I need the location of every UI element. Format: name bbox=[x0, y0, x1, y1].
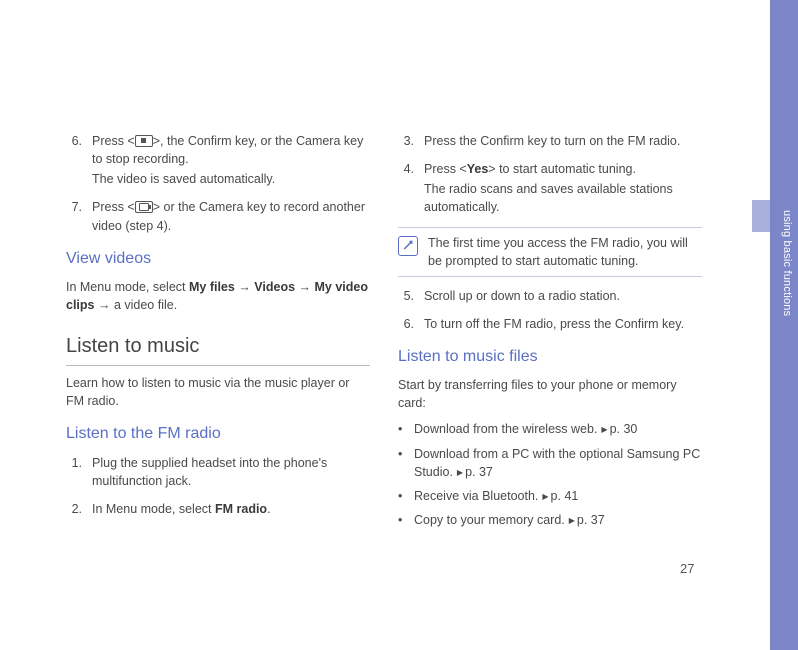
step-text: Press <>, the Confirm key, or the Camera… bbox=[92, 132, 370, 168]
listen-music-head: Listen to music bbox=[66, 332, 370, 366]
step-number: 4. bbox=[398, 160, 414, 216]
right-column: 3. Press the Confirm key to turn on the … bbox=[398, 132, 702, 535]
bullet-icon: • bbox=[398, 445, 406, 481]
step-number: 1. bbox=[66, 454, 82, 490]
step-text: Press <Yes> to start automatic tuning. bbox=[424, 160, 702, 178]
step-fm-1: 1. Plug the supplied headset into the ph… bbox=[66, 454, 370, 490]
page-ref: p. 37 bbox=[453, 465, 493, 479]
step-number: 7. bbox=[66, 198, 82, 234]
view-videos-text: In Menu mode, select My files → Videos →… bbox=[66, 278, 370, 314]
step-text: Press <> or the Camera key to record ano… bbox=[92, 198, 370, 234]
section-label: using basic functions bbox=[774, 210, 794, 410]
step-number: 5. bbox=[398, 287, 414, 305]
bullet-text: Copy to your memory card.p. 37 bbox=[414, 511, 702, 529]
step-6: 6. Press <>, the Confirm key, or the Cam… bbox=[66, 132, 370, 188]
step-fm-5: 5. Scroll up or down to a radio station. bbox=[398, 287, 702, 305]
bullet-icon: • bbox=[398, 511, 406, 529]
note-text: The first time you access the FM radio, … bbox=[428, 234, 702, 270]
step-fm-6: 6. To turn off the FM radio, press the C… bbox=[398, 315, 702, 333]
music-files-intro: Start by transferring files to your phon… bbox=[398, 376, 702, 412]
step-subtext: The radio scans and saves available stat… bbox=[424, 180, 702, 216]
bullet-item: • Download from a PC with the optional S… bbox=[398, 445, 702, 481]
bullet-text: Download from a PC with the optional Sam… bbox=[414, 445, 702, 481]
note-icon bbox=[398, 236, 418, 256]
page-ref: p. 41 bbox=[538, 489, 578, 503]
step-fm-4: 4. Press <Yes> to start automatic tuning… bbox=[398, 160, 702, 216]
step-number: 2. bbox=[66, 500, 82, 518]
step-number: 6. bbox=[66, 132, 82, 188]
step-text: To turn off the FM radio, press the Conf… bbox=[424, 315, 702, 333]
music-files-head: Listen to music files bbox=[398, 345, 702, 368]
left-column: 6. Press <>, the Confirm key, or the Cam… bbox=[66, 132, 370, 535]
bullet-item: • Copy to your memory card.p. 37 bbox=[398, 511, 702, 529]
side-tab-stub bbox=[752, 200, 770, 232]
step-fm-2: 2. In Menu mode, select FM radio. bbox=[66, 500, 370, 518]
view-videos-head: View videos bbox=[66, 247, 370, 270]
camera-icon bbox=[135, 201, 153, 213]
step-fm-3: 3. Press the Confirm key to turn on the … bbox=[398, 132, 702, 150]
bullet-item: • Receive via Bluetooth.p. 41 bbox=[398, 487, 702, 505]
step-number: 6. bbox=[398, 315, 414, 333]
bullet-text: Download from the wireless web.p. 30 bbox=[414, 420, 702, 438]
page-body: 6. Press <>, the Confirm key, or the Cam… bbox=[66, 132, 702, 535]
bullet-icon: • bbox=[398, 487, 406, 505]
step-subtext: The video is saved automatically. bbox=[92, 170, 370, 188]
bullet-icon: • bbox=[398, 420, 406, 438]
bullet-item: • Download from the wireless web.p. 30 bbox=[398, 420, 702, 438]
step-7: 7. Press <> or the Camera key to record … bbox=[66, 198, 370, 234]
step-text: Scroll up or down to a radio station. bbox=[424, 287, 702, 305]
listen-music-intro: Learn how to listen to music via the mus… bbox=[66, 374, 370, 410]
fm-radio-head: Listen to the FM radio bbox=[66, 422, 370, 445]
page-ref: p. 37 bbox=[565, 513, 605, 527]
page-ref: p. 30 bbox=[597, 422, 637, 436]
note-box: The first time you access the FM radio, … bbox=[398, 227, 702, 277]
step-text: Press the Confirm key to turn on the FM … bbox=[424, 132, 702, 150]
page-number: 27 bbox=[680, 560, 694, 579]
bullet-text: Receive via Bluetooth.p. 41 bbox=[414, 487, 702, 505]
stop-icon bbox=[135, 135, 153, 147]
step-text: In Menu mode, select FM radio. bbox=[92, 500, 370, 518]
step-number: 3. bbox=[398, 132, 414, 150]
step-text: Plug the supplied headset into the phone… bbox=[92, 454, 370, 490]
